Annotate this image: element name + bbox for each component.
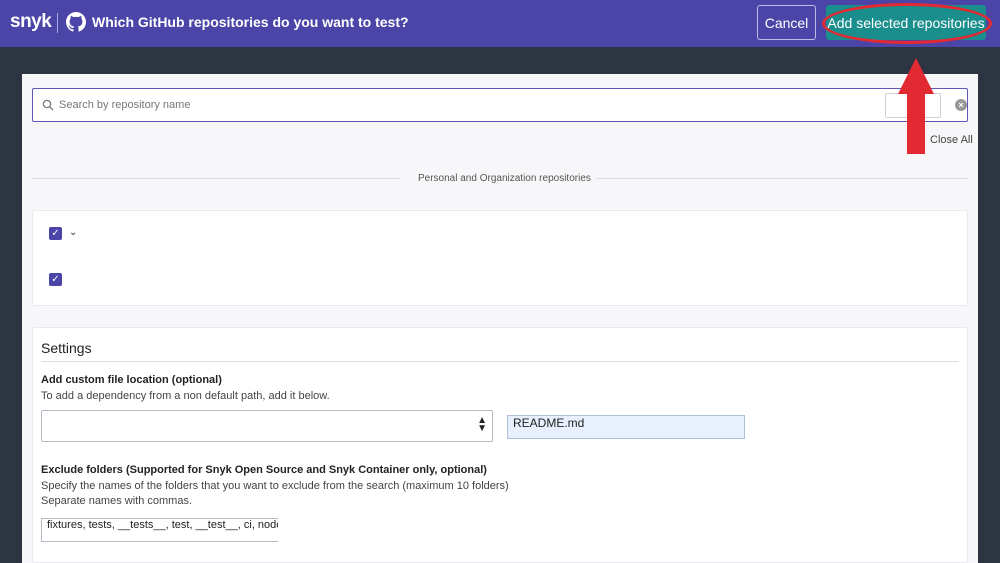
settings-title: Settings xyxy=(41,340,92,356)
settings-section: Settings Add custom file location (optio… xyxy=(32,327,968,563)
top-bar: snyk Which GitHub repositories do you wa… xyxy=(0,0,1000,47)
annotation-arrow-icon xyxy=(898,58,934,154)
divider-line-right xyxy=(596,178,968,179)
search-bar: × xyxy=(32,88,968,122)
repo-checkbox[interactable]: ✓ xyxy=(49,273,62,286)
exclude-folders-label: Exclude folders (Supported for Snyk Open… xyxy=(41,464,487,476)
custom-file-path-input[interactable]: README.md xyxy=(507,415,745,439)
exclude-folders-help: Specify the names of the folders that yo… xyxy=(41,480,509,492)
custom-location-help: To add a dependency from a non default p… xyxy=(41,390,330,402)
main-panel: × Close All Personal and Organization re… xyxy=(22,74,978,563)
exclude-folders-help-2: Separate names with commas. xyxy=(41,495,193,507)
header-separator xyxy=(57,13,58,33)
repository-list: ✓ ⌄ ✓ xyxy=(32,210,968,306)
divider-line-left xyxy=(32,178,400,179)
page-title: Which GitHub repositories do you want to… xyxy=(92,14,409,30)
custom-location-label: Add custom file location (optional) xyxy=(41,374,222,386)
chevron-down-icon[interactable]: ⌄ xyxy=(69,227,77,238)
search-icon xyxy=(42,99,54,111)
add-selected-repositories-button[interactable]: Add selected repositories xyxy=(826,5,986,40)
search-input[interactable] xyxy=(59,95,559,115)
snyk-logo: snyk xyxy=(10,11,52,32)
github-icon xyxy=(66,12,86,32)
repository-select[interactable]: ▲ ▼ xyxy=(41,410,493,442)
close-all-link[interactable]: Close All xyxy=(930,134,973,146)
settings-divider xyxy=(41,361,959,362)
exclude-folders-input[interactable]: fixtures, tests, __tests__, test, __test… xyxy=(41,518,278,542)
repo-group-checkbox[interactable]: ✓ xyxy=(49,227,62,240)
cancel-button[interactable]: Cancel xyxy=(757,5,816,40)
select-arrows-icon: ▲ ▼ xyxy=(477,415,487,434)
section-divider-label: Personal and Organization repositories xyxy=(418,173,591,184)
clear-icon[interactable]: × xyxy=(955,99,967,111)
